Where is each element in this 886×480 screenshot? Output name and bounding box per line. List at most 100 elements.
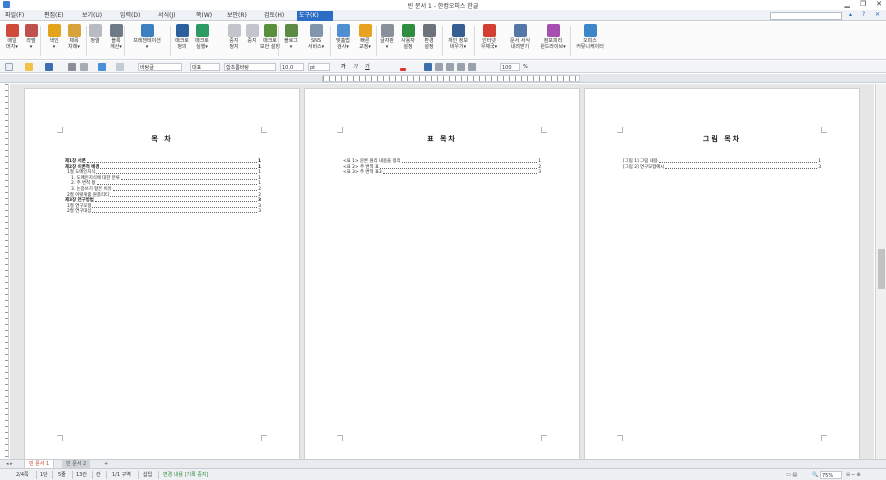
vertical-scrollbar[interactable] <box>875 84 886 459</box>
print-icon[interactable] <box>68 63 76 71</box>
redo-icon[interactable] <box>116 63 124 71</box>
ribbon-button-keyboard[interactable]: 글자판 ▾ <box>378 24 396 50</box>
menu-page[interactable]: 쪽(W) <box>194 11 214 21</box>
ribbon-button-internet-post[interactable]: 인터넷 우체국▾ <box>476 24 502 50</box>
ribbon-button-presentation[interactable]: 프레젠테이션 ▾ <box>126 24 168 50</box>
text-color-icon[interactable] <box>400 68 406 71</box>
horizontal-ruler[interactable] <box>0 74 886 83</box>
ribbon-button-quick-correct[interactable]: 빠른 교정▾ <box>354 24 376 50</box>
minimize-button[interactable]: ▁ <box>844 0 849 8</box>
ribbon-button-macro-run[interactable]: 매크로 실행▾ <box>192 24 212 50</box>
status-insert-mode[interactable]: 삽입 <box>143 471 152 479</box>
ribbon-button-block-calc[interactable]: 블록 계산▾ <box>106 24 126 50</box>
align-right-icon[interactable] <box>446 63 454 71</box>
ribbon-button-template-download[interactable]: 문서 서식 내려받기 <box>505 24 535 50</box>
document-page[interactable]: 그림 목차 [그림 1] 그림 내용 1 [그림 2] 연구모형예시 3 <box>584 88 860 459</box>
gear-icon <box>422 24 436 37</box>
menu-search-input[interactable] <box>770 12 842 20</box>
preview-icon[interactable] <box>80 63 88 71</box>
zoom-icon[interactable]: 🔍 <box>812 471 818 479</box>
align-center-icon[interactable] <box>457 63 465 71</box>
ribbon-separator <box>170 26 171 56</box>
ribbon-collapse-icon[interactable]: ▴ <box>849 11 852 18</box>
ribbon-button-gear[interactable]: 환경 설정 <box>420 24 438 50</box>
restore-button[interactable]: ❐ <box>860 0 866 8</box>
ribbon-button-communicator[interactable]: 오피스 커뮤니케이터 <box>572 24 608 50</box>
toc-page-number: 3 <box>818 164 821 170</box>
ribbon-button-label: 블록 계산▾ <box>110 38 122 50</box>
document-page[interactable]: 목 차 제1장 서론 1 제2장 이론적 배경 1 1절 도메인지식 1 1. 도메인지식에 … <box>24 88 300 459</box>
save-icon[interactable] <box>45 63 53 71</box>
toc-entry: <표 1> 문론 원리 내용을 정리 1 <box>343 159 541 164</box>
ribbon-separator <box>474 26 475 56</box>
menu-tools[interactable]: 도구(K) <box>297 11 333 21</box>
close-button[interactable]: ✕ <box>876 0 882 8</box>
title-bar: 빈 문서 1 - 한컴오피스 한글 ▁ ❐ ✕ <box>0 0 886 10</box>
align-justify-icon[interactable] <box>424 63 432 71</box>
menu-review[interactable]: 검토(H) <box>262 11 286 21</box>
toc-page-number: 2 <box>258 187 261 192</box>
undo-icon[interactable] <box>98 63 106 71</box>
open-folder-icon[interactable] <box>25 63 33 71</box>
bold-button[interactable]: 가 <box>340 63 348 71</box>
vertical-ruler[interactable] <box>0 84 9 458</box>
zoom-controls[interactable]: ⊖ ─ ⊕ <box>846 471 861 479</box>
ribbon-button-toc[interactable]: 제목 차례▾ <box>64 24 84 50</box>
ribbon-button-index[interactable]: 색인 ▾ <box>46 24 62 50</box>
document-workspace[interactable]: 목 차 제1장 서론 1 제2장 이론적 배경 1 1절 도메인지식 1 1. 도메인지식에 … <box>10 84 874 459</box>
ribbon-button-cloud-drive[interactable]: 컴포피리 윈드라이브▾ <box>536 24 570 50</box>
status-page[interactable]: 2/4쪽 <box>16 471 29 479</box>
status-line: 5줄 <box>58 472 66 478</box>
ribbon-button-sns[interactable]: SNS 서비스▾ <box>304 24 328 50</box>
ribbon-button-macro-define[interactable]: 매크로 정의 <box>172 24 192 50</box>
crop-mark <box>617 127 623 133</box>
style-select[interactable]: 바탕글 <box>138 63 182 71</box>
ribbon-button-sort[interactable]: 정렬 <box>88 24 102 44</box>
toc-page-number: 2 <box>258 192 261 198</box>
ribbon-button-macro-stop[interactable]: 중지 정지 <box>228 24 241 50</box>
font-size-input[interactable]: 10.0 <box>280 63 304 71</box>
align-left-icon[interactable] <box>435 63 443 71</box>
distribute-icon[interactable] <box>468 63 476 71</box>
toc-entry-text: 제3장 연구방법 <box>65 198 94 204</box>
view-mode-icons[interactable]: ▭ ▤ <box>786 471 797 479</box>
underline-button[interactable]: 가 <box>364 63 372 71</box>
ribbon-button-label[interactable]: 라벨 ▾ <box>22 24 40 50</box>
window-title: 빈 문서 1 - 한컴오피스 한글 <box>407 3 479 10</box>
toc-entry: [그림 1] 그림 내용 1 <box>623 159 821 164</box>
scrollbar-thumb[interactable] <box>878 249 885 289</box>
cloud-drive-icon <box>546 24 560 37</box>
ribbon-button-user-settings[interactable]: 사용자 설정 <box>398 24 418 50</box>
communicator-icon <box>583 24 597 37</box>
menu-edit[interactable]: 편집(E) <box>42 11 66 21</box>
doc-close-icon[interactable]: ✕ <box>875 11 880 18</box>
toc-entry-text: 2절 이렇게줍 원풍리티 <box>67 192 109 198</box>
menu-file[interactable]: 파일(F) <box>3 11 26 21</box>
crop-mark <box>821 127 827 133</box>
italic-button[interactable]: 가 <box>352 63 360 71</box>
menu-security[interactable]: 보안(R) <box>225 11 249 21</box>
toc-entry-text: 2절 연구대상 <box>67 209 92 215</box>
font-lang-select[interactable]: 대표 <box>190 63 220 71</box>
menu-insert[interactable]: 입력(D) <box>118 11 142 21</box>
help-icon[interactable]: ? <box>862 11 865 18</box>
crop-mark <box>541 127 547 133</box>
menu-view[interactable]: 보기(U) <box>80 11 104 21</box>
status-track-changes[interactable]: 변경 내용 [기록 중지] <box>163 471 208 479</box>
menu-format[interactable]: 서식(J) <box>156 11 178 21</box>
toc-entry: 2절 연구대상 3 <box>67 209 261 214</box>
toc-page-number: 3 <box>538 170 541 176</box>
page-title: 표 목차 <box>427 135 457 143</box>
status-column: 1단 <box>40 472 48 478</box>
font-select[interactable]: 함초롬바탕 <box>224 63 276 71</box>
document-page[interactable]: 표 목차 <표 1> 문론 원리 내용을 정리 1 <표 2> 주 변적 표 2 <표 3… <box>304 88 580 459</box>
ribbon-button-blog[interactable]: 블로그 ▾ <box>280 24 302 50</box>
ribbon-button-privacy[interactable]: 개인 정보 비우기▾ <box>444 24 472 50</box>
ribbon-button-spellcheck[interactable]: 맞춤법 검사▾ <box>332 24 354 50</box>
line-spacing-input[interactable]: 100 <box>500 63 520 71</box>
toc-entry-text: [그림 2] 연구모형예시 <box>623 164 665 170</box>
unit-select[interactable]: pt <box>308 63 330 71</box>
ribbon-button-mail-merge[interactable]: 메일 머지▾ <box>3 24 21 50</box>
new-doc-icon[interactable] <box>5 63 13 71</box>
zoom-select[interactable]: 75% <box>820 471 842 479</box>
